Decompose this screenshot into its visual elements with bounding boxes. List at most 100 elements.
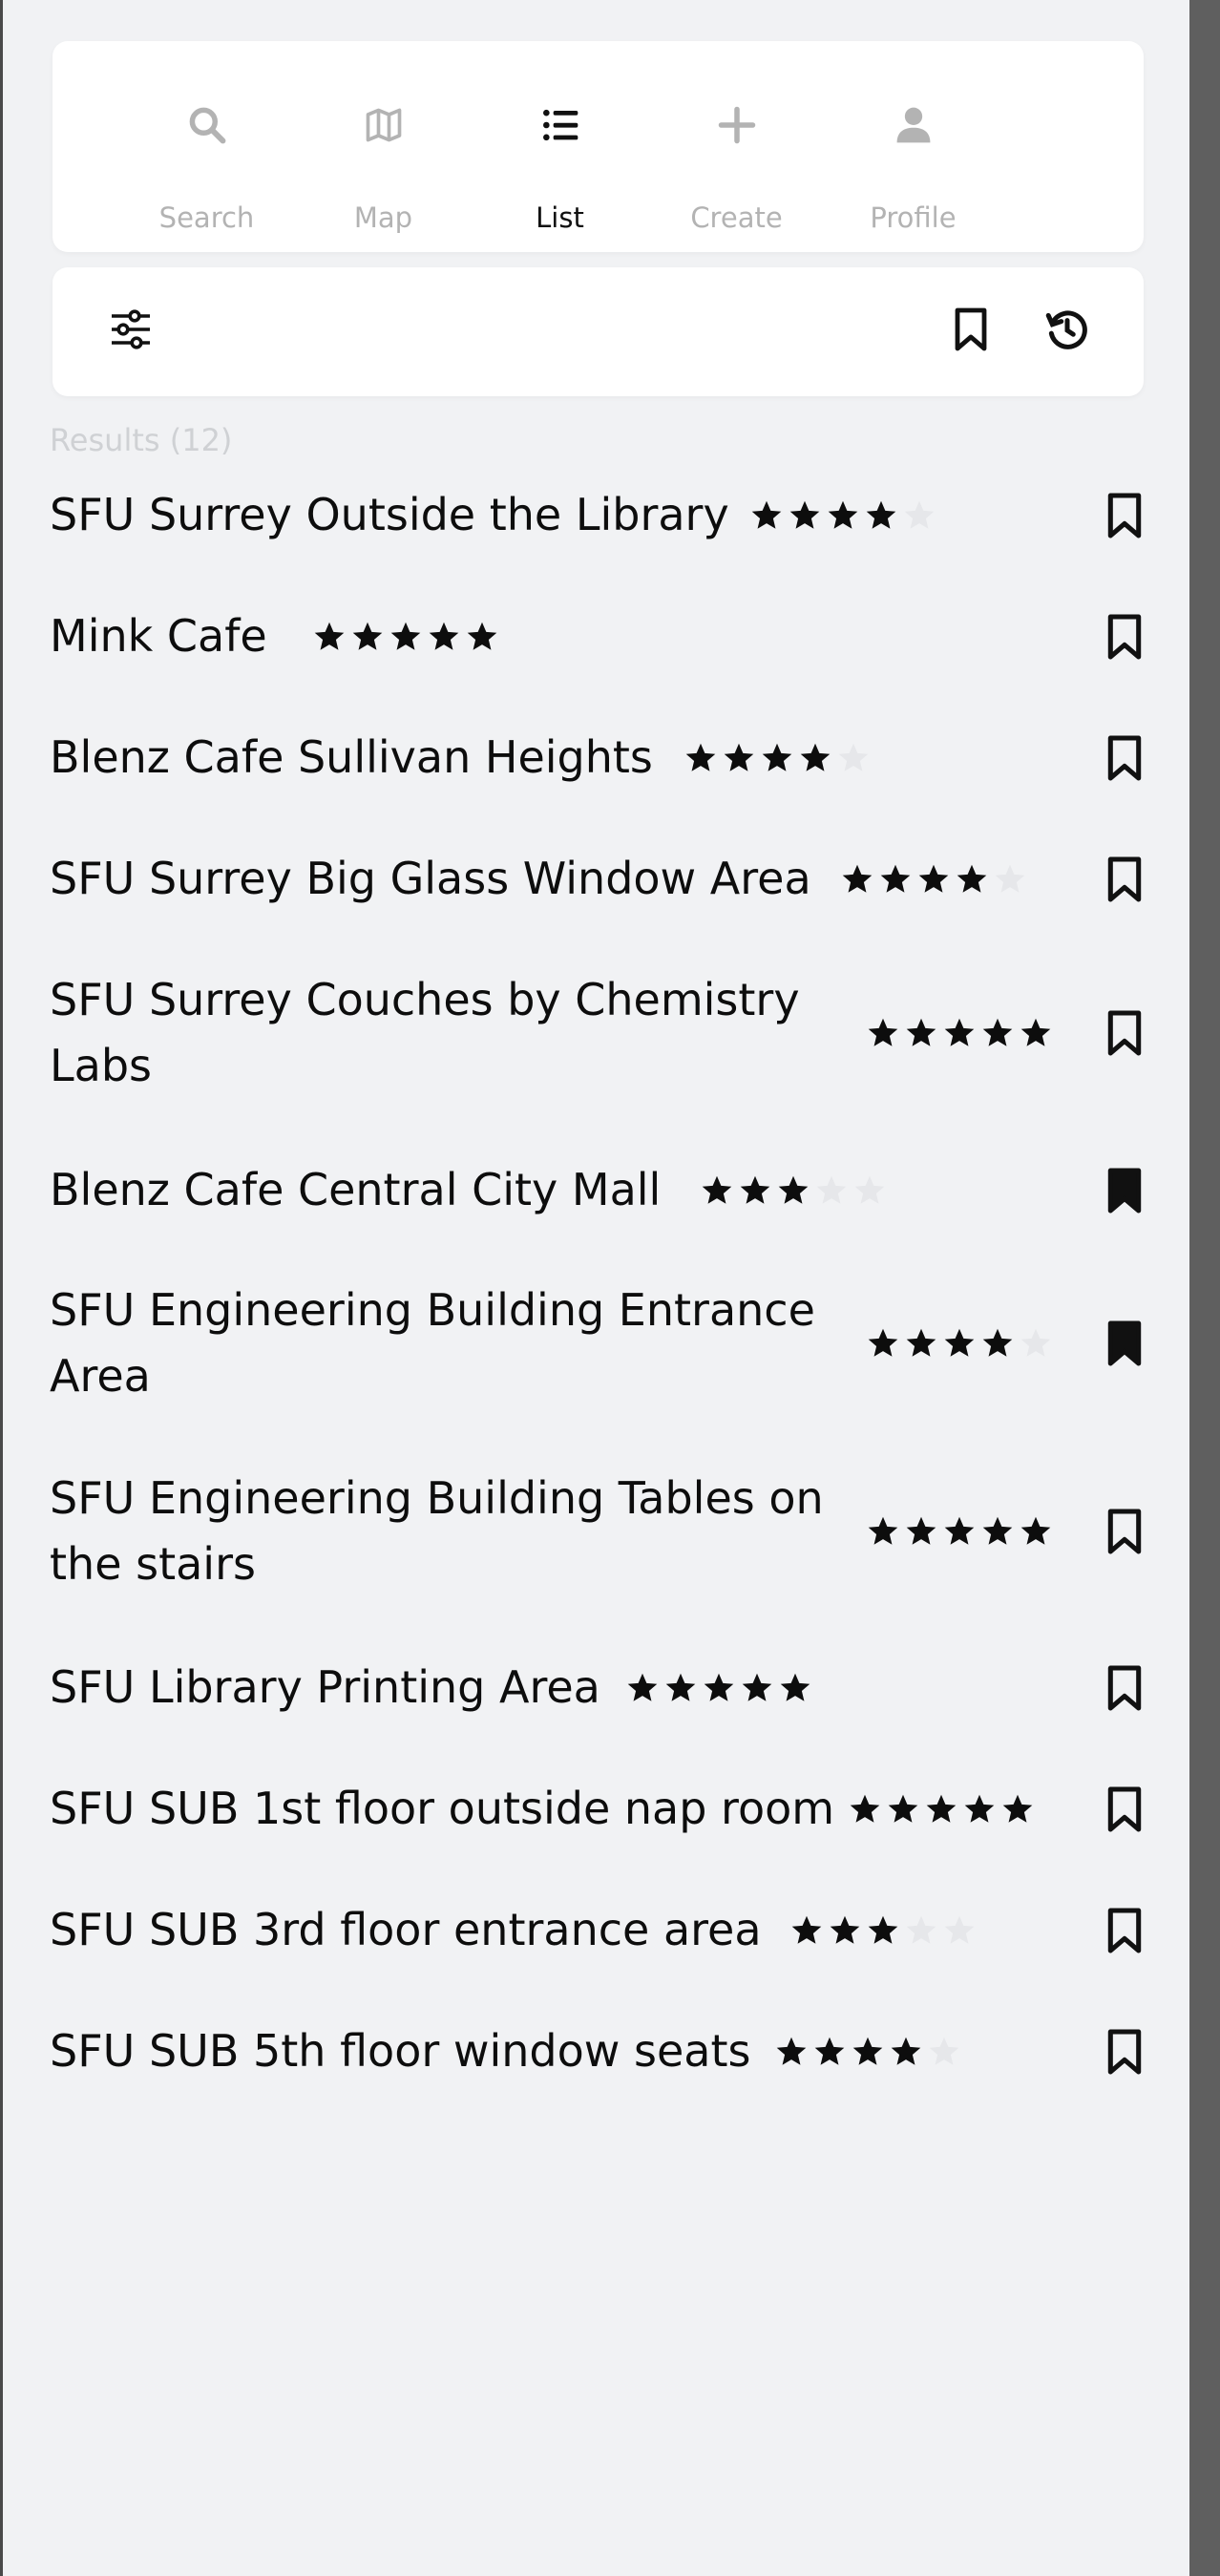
filter-button[interactable] xyxy=(93,293,169,370)
toolbar xyxy=(53,267,1144,396)
star-filled-icon xyxy=(758,739,796,777)
list-item-name[interactable]: SFU SUB 3rd floor entrance area xyxy=(50,1897,762,1963)
star-filled-icon xyxy=(682,739,720,777)
profile-icon xyxy=(885,96,942,154)
star-filled-icon xyxy=(922,1790,960,1828)
star-filled-icon xyxy=(864,1512,902,1551)
bookmark-icon[interactable] xyxy=(1101,2024,1148,2080)
star-filled-icon xyxy=(864,1014,902,1052)
list-item[interactable]: SFU SUB 1st floor outside nap room xyxy=(3,1776,1192,1842)
star-empty-icon xyxy=(902,1911,940,1950)
star-empty-icon xyxy=(925,2033,963,2071)
list-item[interactable]: SFU Engineering Building Tables on the s… xyxy=(3,1466,1192,1597)
star-filled-icon xyxy=(776,1669,814,1707)
star-filled-icon xyxy=(425,618,463,656)
bookmark-icon xyxy=(952,306,990,356)
star-filled-icon xyxy=(978,1324,1017,1362)
star-filled-icon xyxy=(772,2033,810,2071)
star-filled-icon xyxy=(810,2033,849,2071)
star-rating xyxy=(682,739,873,777)
list-item-name[interactable]: SFU Library Printing Area xyxy=(50,1655,600,1721)
star-rating xyxy=(864,1014,1055,1052)
list-item[interactable]: SFU SUB 5th floor window seats xyxy=(3,2018,1192,2084)
star-empty-icon xyxy=(900,496,938,535)
list-item[interactable]: Blenz Cafe Sullivan Heights xyxy=(3,725,1192,791)
saved-bookmarks-button[interactable] xyxy=(933,293,1009,370)
list-item[interactable]: SFU Surrey Outside the Library xyxy=(3,482,1192,548)
bookmark-icon[interactable] xyxy=(1101,1660,1148,1716)
star-rating xyxy=(838,860,1029,898)
bookmark-icon[interactable] xyxy=(1101,1782,1148,1837)
list-item[interactable]: SFU Surrey Big Glass Window Area xyxy=(3,846,1192,912)
star-filled-icon xyxy=(796,739,834,777)
list-item-name[interactable]: SFU Surrey Big Glass Window Area xyxy=(50,846,811,912)
nav-map-label: Map xyxy=(353,201,413,234)
star-filled-icon xyxy=(463,618,501,656)
star-filled-icon xyxy=(999,1790,1037,1828)
history-button[interactable] xyxy=(1029,293,1105,370)
results-count: Results (12) xyxy=(50,422,233,458)
list-item-name[interactable]: SFU Surrey Couches by Chemistry Labs xyxy=(50,967,832,1099)
star-empty-icon xyxy=(851,1172,889,1210)
list-item[interactable]: Blenz Cafe Central City Mall xyxy=(3,1157,1192,1223)
search-icon xyxy=(179,96,236,154)
list-item[interactable]: SFU Surrey Couches by Chemistry Labs xyxy=(3,967,1192,1099)
list-item[interactable]: SFU Engineering Building Entrance Area xyxy=(3,1277,1192,1409)
star-filled-icon xyxy=(846,1790,884,1828)
bookmark-icon[interactable] xyxy=(1101,1005,1148,1061)
star-filled-icon xyxy=(978,1014,1017,1052)
list-item[interactable]: SFU SUB 3rd floor entrance area xyxy=(3,1897,1192,1963)
nav-profile[interactable]: Profile xyxy=(825,41,1001,252)
bookmark-icon[interactable] xyxy=(1101,1903,1148,1958)
star-filled-icon xyxy=(738,1669,776,1707)
star-filled-icon xyxy=(348,618,387,656)
list-item-name[interactable]: SFU Engineering Building Entrance Area xyxy=(50,1277,832,1409)
list-item-name[interactable]: Blenz Cafe Sullivan Heights xyxy=(50,725,653,791)
bookmark-icon[interactable] xyxy=(1101,609,1148,665)
nav-list-label: List xyxy=(536,201,584,234)
star-filled-icon xyxy=(720,739,758,777)
list-item-name[interactable]: SFU Surrey Outside the Library xyxy=(50,482,729,548)
star-filled-icon xyxy=(849,2033,887,2071)
list-item-name[interactable]: Mink Cafe xyxy=(50,603,267,669)
list-item-name[interactable]: Blenz Cafe Central City Mall xyxy=(50,1157,661,1223)
star-filled-icon xyxy=(902,1014,940,1052)
star-filled-icon xyxy=(876,860,915,898)
star-rating xyxy=(772,2033,963,2071)
list-item[interactable]: SFU Library Printing Area xyxy=(3,1655,1192,1721)
top-navigation: Search Map List Create Profile xyxy=(53,41,1144,252)
star-rating xyxy=(788,1911,978,1950)
bookmark-icon[interactable] xyxy=(1101,488,1148,543)
star-filled-icon xyxy=(774,1172,812,1210)
nav-map[interactable]: Map xyxy=(295,41,472,252)
list-item-name[interactable]: SFU Engineering Building Tables on the s… xyxy=(50,1466,832,1597)
star-filled-icon xyxy=(387,618,425,656)
star-filled-icon xyxy=(1017,1014,1055,1052)
nav-search[interactable]: Search xyxy=(118,41,295,252)
star-filled-icon xyxy=(786,496,824,535)
sliders-icon xyxy=(108,306,154,356)
star-filled-icon xyxy=(310,618,348,656)
star-filled-icon xyxy=(915,860,953,898)
star-rating xyxy=(864,1324,1055,1362)
star-filled-icon xyxy=(940,1014,978,1052)
star-filled-icon xyxy=(824,496,862,535)
star-empty-icon xyxy=(991,860,1029,898)
bookmark-icon[interactable] xyxy=(1101,730,1148,786)
star-filled-icon xyxy=(864,1324,902,1362)
star-filled-icon xyxy=(940,1512,978,1551)
star-rating xyxy=(623,1669,814,1707)
star-filled-icon xyxy=(862,496,900,535)
nav-list[interactable]: List xyxy=(472,41,648,252)
bookmark-filled-icon[interactable] xyxy=(1101,1163,1148,1218)
bookmark-icon[interactable] xyxy=(1101,852,1148,907)
bookmark-icon[interactable] xyxy=(1101,1504,1148,1559)
bookmark-filled-icon[interactable] xyxy=(1101,1316,1148,1371)
history-icon xyxy=(1043,306,1091,357)
list-item[interactable]: Mink Cafe xyxy=(3,603,1192,669)
star-filled-icon xyxy=(826,1911,864,1950)
list-item-name[interactable]: SFU SUB 5th floor window seats xyxy=(50,2018,750,2084)
nav-create[interactable]: Create xyxy=(648,41,825,252)
list-item-name[interactable]: SFU SUB 1st floor outside nap room xyxy=(50,1776,834,1842)
star-filled-icon xyxy=(747,496,786,535)
